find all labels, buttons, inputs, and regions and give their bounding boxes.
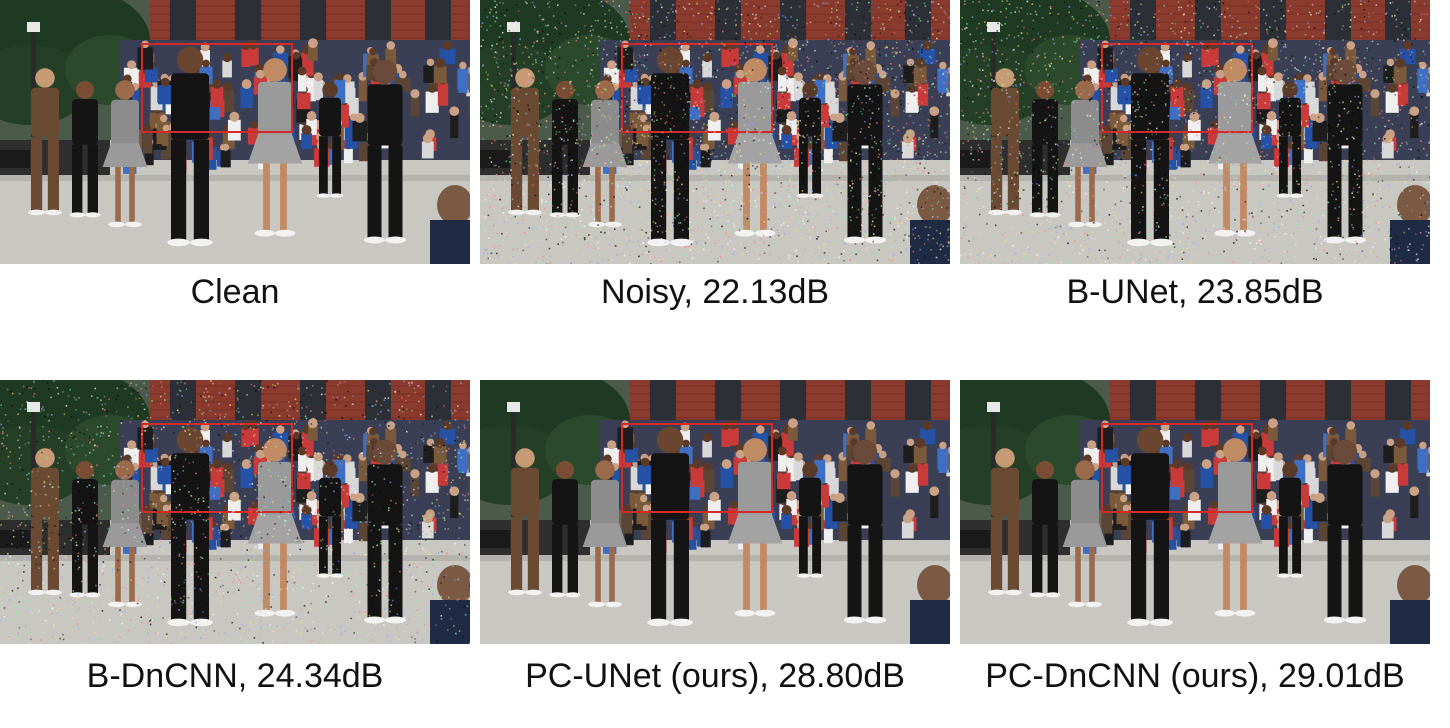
scene-photo [960,0,1430,264]
scene-photo [480,380,950,644]
panel-caption: Noisy, 22.13dB [600,273,830,311]
scene-image [960,380,1430,644]
scene-photo [960,380,1430,644]
panel-caption: Clean [190,273,280,311]
scene-photo [0,0,470,264]
panel-caption: PC-UNet (ours), 28.80dB [525,657,905,695]
scene-image [0,380,470,644]
scene-photo [0,380,470,644]
scene-image [960,0,1430,264]
scene-image [480,0,950,264]
panel-caption: B-UNet, 23.85dB [1066,273,1324,311]
scene-image [0,0,470,264]
panel-caption: B-DnCNN, 24.34dB [86,657,384,695]
scene-image [480,380,950,644]
scene-photo [480,0,950,264]
panel-caption: PC-DnCNN (ours), 29.01dB [985,657,1405,695]
